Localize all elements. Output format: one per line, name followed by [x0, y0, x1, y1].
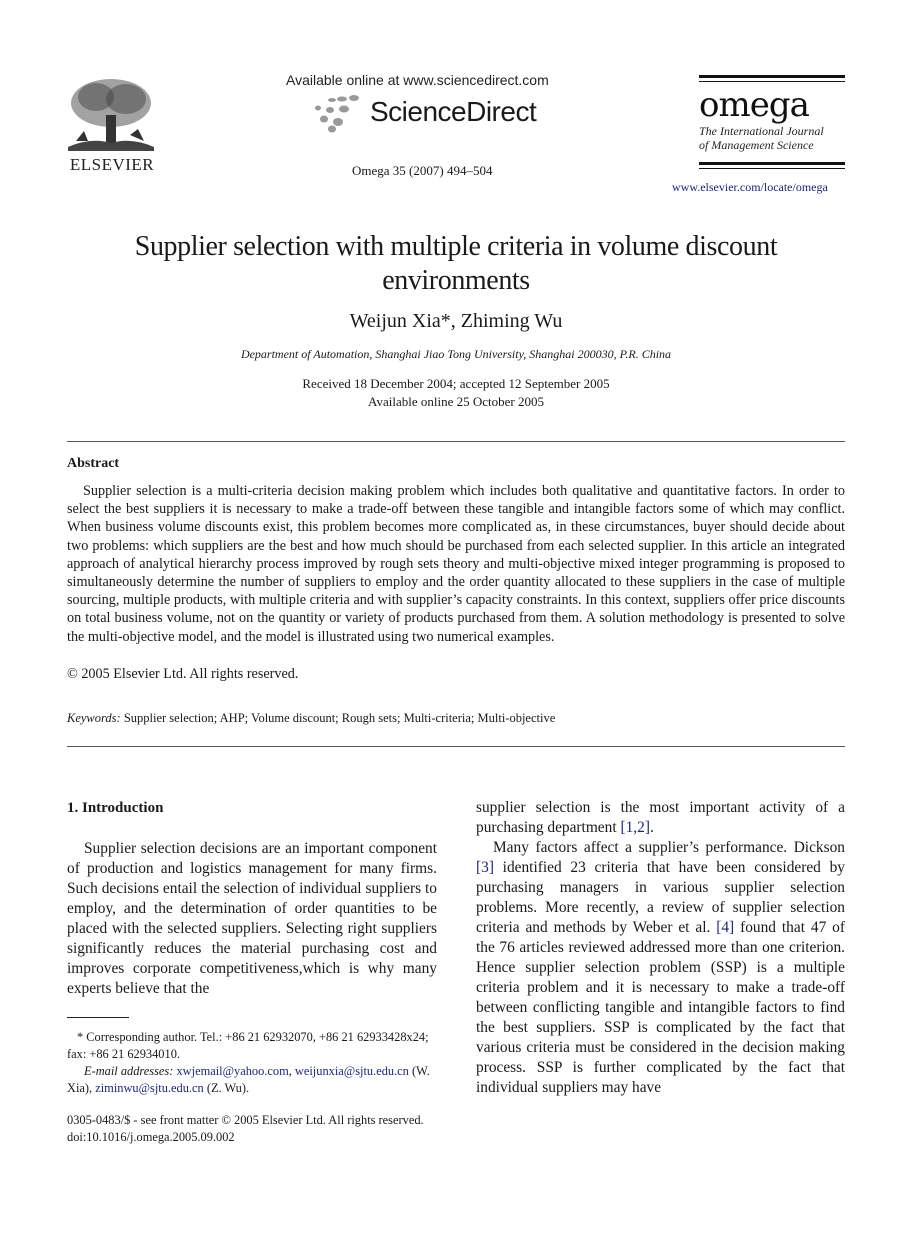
keywords-list: Supplier selection; AHP; Volume discount…	[123, 711, 556, 725]
divider-bottom	[67, 746, 845, 747]
article-dates: Received 18 December 2004; accepted 12 S…	[60, 375, 852, 411]
intro-paragraph-1: Supplier selection decisions are an impo…	[67, 840, 437, 997]
text-run: .	[649, 819, 654, 836]
section-heading-introduction: 1. Introduction	[67, 800, 164, 816]
abstract-heading: Abstract	[67, 456, 120, 471]
abstract-text: Supplier selection is a multi-criteria d…	[67, 483, 845, 645]
omega-rule	[699, 162, 845, 165]
doi-line: doi:10.1016/j.omega.2005.09.002	[67, 1130, 235, 1144]
omega-rule	[699, 81, 845, 82]
footnote: * Corresponding author. Tel.: +86 21 629…	[67, 1029, 447, 1097]
omega-rule	[699, 168, 845, 169]
intro-paragraph-2: Many factors affect a supplier’s perform…	[476, 838, 845, 1098]
omega-subtitle-line-2: of Management Science	[699, 138, 814, 152]
abstract-body: Supplier selection is a multi-criteria d…	[67, 482, 845, 646]
text-run: supplier selection is the most important…	[476, 799, 845, 836]
right-column: supplier selection is the most important…	[476, 798, 845, 1098]
publisher-name: ELSEVIER	[69, 155, 155, 174]
omega-subtitle-line-1: The International Journal	[699, 124, 824, 138]
journal-url-link[interactable]: www.elsevier.com/locate/omega	[672, 180, 828, 195]
keywords-label: Keywords:	[67, 711, 121, 725]
left-column: 1. Introduction Supplier selection decis…	[67, 798, 437, 999]
omega-rule	[699, 75, 845, 78]
email-owner-2: (Z. Wu).	[206, 1081, 250, 1095]
corresponding-author-note: * Corresponding author. Tel.: +86 21 629…	[67, 1030, 429, 1061]
elsevier-logo: ELSEVIER	[66, 75, 158, 175]
elsevier-tree-icon	[68, 79, 154, 151]
email-link-1[interactable]: xwjemail@yahoo.com	[176, 1064, 288, 1078]
intro-paragraph-1-continued: supplier selection is the most important…	[476, 798, 845, 838]
available-online-date: Available online 25 October 2005	[368, 394, 544, 409]
article-authors: Weijun Xia*, Zhiming Wu	[349, 310, 563, 332]
sciencedirect-availability[interactable]: Available online at www.sciencedirect.co…	[286, 72, 549, 88]
keywords: Keywords: Supplier selection; AHP; Volum…	[67, 711, 845, 726]
footnote-rule	[67, 1017, 129, 1018]
email-link-3[interactable]: ziminwu@sjtu.edu.cn	[95, 1081, 203, 1095]
divider-top	[67, 441, 845, 442]
author-affiliation: Department of Automation, Shanghai Jiao …	[240, 347, 672, 361]
journal-reference: Omega 35 (2007) 494–504	[352, 163, 493, 178]
article-title: Supplier selection with multiple criteri…	[134, 231, 778, 296]
text-run: found that 47 of the 76 articles reviewe…	[476, 919, 845, 1096]
text-run: Many factors affect a supplier’s perform…	[493, 839, 845, 856]
received-accepted-dates: Received 18 December 2004; accepted 12 S…	[302, 376, 610, 391]
citation-link[interactable]: [3]	[476, 859, 494, 876]
email-addresses: E-mail addresses: xwjemail@yahoo.com, we…	[67, 1064, 430, 1095]
issn-line: 0305-0483/$ - see front matter © 2005 El…	[67, 1113, 424, 1127]
citation-link[interactable]: [4]	[716, 919, 734, 936]
sciencedirect-dots-icon	[315, 95, 359, 133]
email-label: E-mail addresses:	[84, 1064, 174, 1078]
omega-wordmark: omega	[699, 85, 810, 125]
abstract-copyright: © 2005 Elsevier Ltd. All rights reserved…	[67, 666, 299, 682]
omega-journal-logo: omega The International Journal of Manag…	[699, 75, 845, 169]
sciencedirect-wordmark: ScienceDirect	[370, 96, 537, 127]
front-matter: 0305-0483/$ - see front matter © 2005 El…	[67, 1112, 467, 1146]
sciencedirect-logo[interactable]: ScienceDirect	[312, 94, 552, 136]
email-link-2[interactable]: weijunxia@sjtu.edu.cn	[295, 1064, 409, 1078]
citation-link[interactable]: [1,2]	[620, 819, 650, 836]
